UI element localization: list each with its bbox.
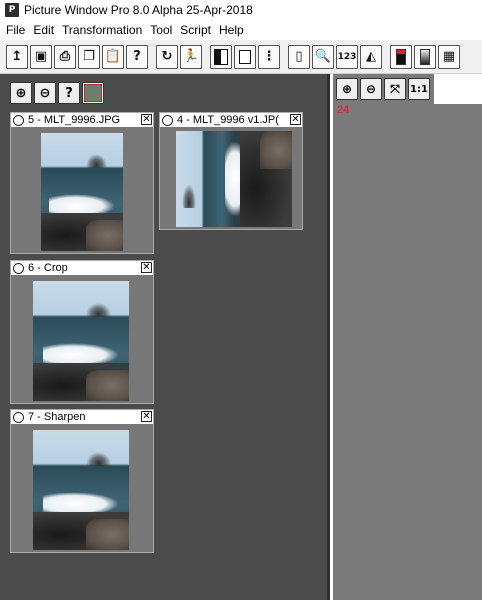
copy-button[interactable]: ❐ (78, 44, 100, 69)
mouse-button[interactable]: ▯ (288, 44, 310, 69)
menu-help[interactable]: Help (215, 23, 248, 37)
clipboard-icon: 📋 (104, 49, 122, 64)
thumbnail-label: 6 - Crop (28, 262, 68, 274)
thumbnail-header: 7 - Sharpen ✕ (11, 410, 153, 424)
refresh-button[interactable]: ↻ (156, 44, 178, 69)
numbers-button[interactable]: 123 (336, 44, 358, 69)
thumbnail-label: 5 - MLT_9996.JPG (28, 114, 121, 126)
viewer-zoom-out-button[interactable]: ⊖ (360, 78, 382, 100)
print-button[interactable]: ⎙ (54, 44, 76, 69)
thumbnail-label: 4 - MLT_9996 v1.JP( (177, 114, 279, 126)
select-radio[interactable] (13, 262, 24, 274)
run-script-button[interactable]: 🏃 (180, 44, 202, 69)
menu-edit[interactable]: Edit (29, 23, 58, 37)
magnifier-icon: 🔍 (314, 49, 332, 64)
question-icon: ? (65, 85, 73, 101)
import-icon: ▣ (34, 49, 48, 64)
panel-toolbar: ⊕ ⊖ ? (10, 82, 104, 104)
thumbnail-header: 6 - Crop ✕ (11, 261, 153, 275)
actual-size-button[interactable]: 1:1 (408, 78, 430, 100)
copy-icon: ❐ (83, 49, 95, 64)
close-icon[interactable]: ✕ (141, 411, 152, 422)
close-icon[interactable]: ✕ (141, 114, 152, 125)
thumbnail-image (33, 281, 129, 401)
single-view-icon (239, 49, 251, 64)
histogram-button[interactable]: ◭ (360, 44, 382, 69)
zoom-in-button[interactable]: ⊕ (10, 82, 32, 104)
viewer-zoom-in-button[interactable]: ⊕ (336, 78, 358, 100)
zoom-out-icon: ⊖ (39, 85, 51, 101)
split-view-button[interactable] (210, 44, 232, 69)
close-icon[interactable]: ✕ (290, 114, 301, 125)
grid-icon: ▦ (442, 49, 456, 64)
dots-icon: ⋮ (262, 49, 276, 64)
close-icon[interactable]: ✕ (141, 262, 152, 273)
open-icon: ↥ (11, 49, 23, 64)
actual-size-label: 1:1 (410, 83, 428, 95)
menu-file[interactable]: File (2, 23, 29, 37)
thumbnail-header: 5 - MLT_9996.JPG ✕ (11, 113, 153, 127)
select-radio[interactable] (13, 411, 24, 423)
histogram-icon: ◭ (366, 49, 376, 64)
menu-bar: File Edit Transformation Tool Script Hel… (0, 20, 482, 40)
panel-help-button[interactable]: ? (58, 82, 80, 104)
title-bar: P Picture Window Pro 8.0 Alpha 25-Apr-20… (0, 0, 482, 20)
menu-tool[interactable]: Tool (146, 23, 176, 37)
thumbnail-4[interactable]: 4 - MLT_9996 v1.JP( ✕ (159, 112, 303, 230)
more-options-button[interactable]: ⋮ (258, 44, 280, 69)
viewer-toolbar: ⊕ ⊖ ⤧ 1:1 (336, 78, 430, 100)
app-window: P Picture Window Pro 8.0 Alpha 25-Apr-20… (0, 0, 482, 600)
thumbnail-image (41, 133, 123, 251)
pixel-readout: 24 (337, 104, 350, 116)
paste-button[interactable]: 📋 (102, 44, 124, 69)
open-file-button[interactable]: ↥ (6, 44, 28, 69)
select-radio[interactable] (162, 114, 173, 126)
thumbnail-panel: ⊕ ⊖ ? 5 - MLT_9996.JPG ✕ 4 - MLT_9996 v1… (0, 74, 330, 600)
question-icon: ? (133, 49, 141, 64)
app-icon: P (5, 3, 19, 17)
main-toolbar: ↥ ▣ ⎙ ❐ 📋 ? ↻ 🏃 ⋮ ▯ 🔍 123 ◭ ▦ (0, 40, 482, 74)
thumbnail-5[interactable]: 5 - MLT_9996.JPG ✕ (10, 112, 154, 254)
gray-picker-button[interactable] (414, 44, 436, 69)
zoom-in-icon: ⊕ (15, 85, 27, 101)
running-man-icon: 🏃 (182, 49, 200, 64)
numbers-icon: 123 (337, 51, 357, 62)
thumbnail-image (33, 430, 129, 550)
color-picker-button[interactable] (390, 44, 412, 69)
color-swatch-icon (84, 84, 102, 102)
thumbnail-7[interactable]: 7 - Sharpen ✕ (10, 409, 154, 553)
zoom-out-button[interactable]: ⊖ (34, 82, 56, 104)
mouse-icon: ▯ (295, 49, 303, 64)
window-title: Picture Window Pro 8.0 Alpha 25-Apr-2018 (24, 3, 253, 17)
thumbnail-label: 7 - Sharpen (28, 411, 86, 423)
thumbnail-6[interactable]: 6 - Crop ✕ (10, 260, 154, 404)
viewer-header-blank (434, 74, 482, 104)
single-view-button[interactable] (234, 44, 256, 69)
help-button[interactable]: ? (126, 44, 148, 69)
refresh-icon: ↻ (161, 49, 173, 64)
thumbnail-image (176, 131, 292, 227)
zoom-in-icon: ⊕ (341, 82, 353, 96)
color-gradient-icon (396, 48, 406, 65)
printer-icon: ⎙ (59, 49, 71, 64)
grid-button[interactable]: ▦ (438, 44, 460, 69)
zoom-button[interactable]: 🔍 (312, 44, 334, 69)
gray-gradient-icon (420, 48, 430, 65)
menu-transformation[interactable]: Transformation (58, 23, 146, 37)
background-color-button[interactable] (82, 82, 104, 104)
fit-window-button[interactable]: ⤧ (384, 78, 406, 100)
import-button[interactable]: ▣ (30, 44, 52, 69)
zoom-out-icon: ⊖ (365, 82, 377, 96)
image-viewer: ⊕ ⊖ ⤧ 1:1 24 (333, 74, 482, 600)
menu-script[interactable]: Script (176, 23, 215, 37)
split-view-icon (214, 48, 228, 65)
thumbnail-header: 4 - MLT_9996 v1.JP( ✕ (160, 113, 302, 127)
fit-arrows-icon: ⤧ (390, 81, 400, 96)
select-radio[interactable] (13, 114, 24, 126)
